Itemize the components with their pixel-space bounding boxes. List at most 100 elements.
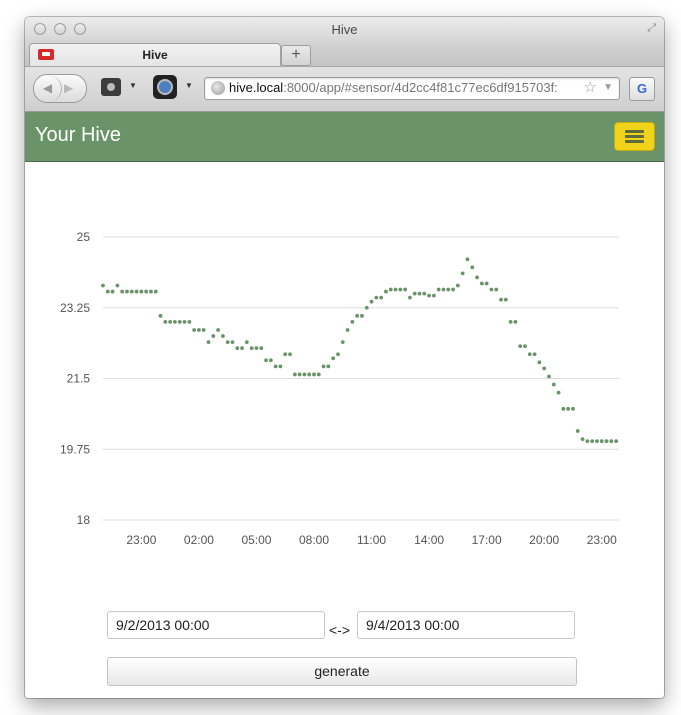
x-tick-label: 14:00: [414, 533, 444, 547]
data-point: [273, 364, 278, 369]
hamburger-icon: [625, 140, 644, 143]
data-point: [340, 340, 345, 345]
data-point: [297, 372, 302, 377]
data-point: [575, 429, 580, 433]
x-tick-label: 23:00: [587, 533, 617, 547]
end-date-input[interactable]: 9/4/2013 00:00: [357, 611, 575, 639]
data-point: [494, 287, 499, 292]
data-point: [187, 320, 192, 324]
data-point: [326, 364, 331, 369]
data-point: [614, 439, 619, 444]
data-point: [542, 366, 547, 371]
chevron-down-icon[interactable]: ▼: [185, 81, 193, 90]
data-point: [149, 289, 153, 294]
data-point: [312, 372, 316, 377]
data-point: [139, 289, 144, 294]
browser-window: Hive ⤢ Hive + ◀ ▶ ▼ ▼ hive.local:8000/ap…: [25, 17, 664, 698]
hamburger-icon: [625, 130, 644, 133]
data-point: [197, 328, 201, 332]
y-tick-label: 23.25: [60, 301, 90, 315]
data-point: [355, 313, 360, 318]
data-point: [484, 281, 489, 286]
data-point: [249, 346, 254, 351]
x-tick-label: 02:00: [184, 533, 214, 547]
data-point: [201, 328, 206, 332]
menu-button[interactable]: [614, 122, 655, 151]
url-text: hive.local:8000/app/#sensor/4d2cc4f81c77…: [229, 80, 559, 95]
data-point: [455, 283, 460, 288]
data-point: [110, 289, 115, 294]
x-tick-label: 17:00: [472, 533, 502, 547]
data-point: [369, 299, 374, 304]
data-point: [460, 271, 465, 276]
data-point: [302, 372, 307, 377]
sensor-chart: 25 23.25 21.5 19.75 18 23:00 02:00 05:00 08:00 11…: [25, 162, 664, 602]
data-point: [216, 328, 220, 332]
tab-title: Hive: [142, 48, 168, 62]
chevron-down-icon[interactable]: ▼: [129, 81, 137, 90]
new-tab-button[interactable]: +: [281, 45, 311, 66]
url-dropdown-icon[interactable]: ▼: [603, 82, 613, 93]
data-point: [230, 340, 235, 345]
x-tick-label: 23:00: [126, 533, 156, 547]
data-point: [101, 283, 105, 288]
data-point: [436, 287, 441, 292]
y-tick-label: 18: [77, 513, 91, 527]
data-point: [580, 437, 585, 442]
fullscreen-icon[interactable]: ⤢: [647, 22, 656, 35]
data-point: [244, 340, 249, 345]
back-button[interactable]: ◀: [34, 75, 62, 102]
data-point: [264, 358, 268, 363]
data-point: [240, 346, 244, 351]
globe-icon: [211, 81, 225, 95]
tab-hive[interactable]: Hive: [29, 43, 281, 66]
data-point: [374, 295, 379, 300]
data-point: [556, 390, 561, 395]
data-point: [268, 358, 273, 363]
forward-button[interactable]: ▶: [64, 75, 73, 102]
data-point: [192, 328, 197, 332]
data-point: [254, 346, 259, 351]
data-point: [220, 334, 225, 338]
bookmark-star-icon[interactable]: ☆: [584, 78, 597, 96]
data-point: [336, 352, 340, 357]
generate-button[interactable]: generate: [107, 657, 577, 686]
data-point: [321, 364, 326, 369]
y-tick-label: 19.75: [60, 442, 90, 456]
start-date-input[interactable]: 9/2/2013 00:00: [107, 611, 325, 639]
data-point: [173, 320, 177, 324]
url-path: :8000/app/#sensor/4d2cc4f81c77ec6df91570…: [283, 80, 558, 95]
extension-icon[interactable]: G: [629, 77, 655, 101]
data-point: [408, 295, 412, 300]
data-point: [412, 291, 417, 296]
data-point: [158, 313, 163, 318]
data-point: [350, 320, 355, 324]
data-point: [609, 439, 614, 444]
y-tick-label: 21.5: [67, 372, 91, 386]
data-point: [590, 439, 595, 444]
data-point: [384, 289, 388, 294]
tab-bar: Hive +: [25, 41, 664, 67]
data-point: [393, 287, 398, 292]
data-point: [134, 289, 139, 294]
window-title: Hive: [331, 22, 358, 37]
data-point: [417, 291, 422, 296]
data-point: [403, 287, 408, 292]
data-point: [527, 352, 532, 357]
camera-icon[interactable]: [101, 78, 121, 96]
address-bar[interactable]: hive.local:8000/app/#sensor/4d2cc4f81c77…: [204, 77, 620, 100]
data-point: [206, 340, 211, 345]
data-point: [537, 360, 542, 365]
data-point: [292, 372, 297, 377]
webcam-icon[interactable]: [153, 75, 177, 99]
brand-title[interactable]: Your Hive: [35, 124, 121, 147]
data-point: [235, 346, 240, 351]
data-point: [259, 346, 264, 351]
data-point: [451, 287, 455, 292]
data-point: [475, 275, 479, 280]
data-point: [316, 372, 321, 377]
data-point: [571, 406, 575, 411]
data-point: [532, 352, 537, 357]
hamburger-icon: [625, 135, 644, 138]
data-point: [551, 382, 556, 387]
